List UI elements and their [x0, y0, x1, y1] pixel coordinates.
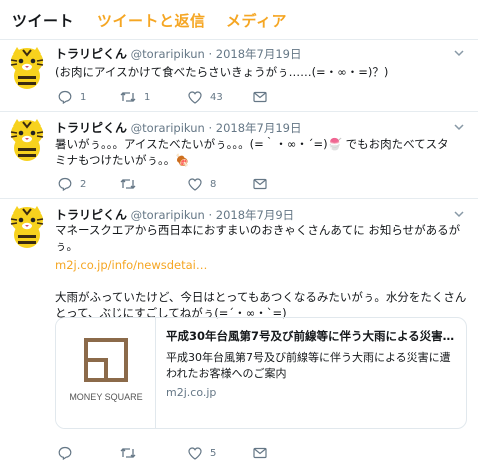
- tab-media[interactable]: メディア: [226, 10, 287, 31]
- user-handle[interactable]: @toraripikun: [131, 47, 205, 61]
- like-button[interactable]: 5: [188, 445, 216, 461]
- separator-dot: ·: [208, 47, 213, 61]
- tweet-text: マネースクエアから西日本におすまいのおきゃくさんあてに お知らせがあるが ぅ。 …: [55, 222, 470, 321]
- card-image: MONEY SQUARE: [56, 318, 156, 428]
- tweet-text-line: マネースクエアから西日本におすまいのおきゃくさんあてに お知らせがあるが: [55, 223, 461, 237]
- tiger-avatar-icon[interactable]: [8, 46, 46, 90]
- tweet-text-line: (お肉にアイスかけて食べたらさいきょうがぅ……(=・∞・=)？): [55, 65, 389, 79]
- reply-count: 1: [80, 91, 87, 103]
- tab-tweets-and-replies[interactable]: ツイートと返信: [97, 10, 206, 31]
- chevron-down-icon[interactable]: [454, 210, 464, 218]
- reply-button[interactable]: 1: [58, 89, 86, 105]
- tweet-text-line: ミナもつけたいがぅ。。🍖: [55, 153, 190, 167]
- money-square-logo-text: MONEY SQUARE: [69, 392, 142, 402]
- card-description: 平成30年台風第7号及び前線等に伴う大雨による災害に遭われたお客様へのご案内: [166, 351, 451, 380]
- envelope-icon: [253, 178, 267, 190]
- reply-icon: [58, 177, 72, 191]
- retweet-count: 1: [144, 91, 151, 103]
- tweet-actions: 2 8: [58, 176, 358, 192]
- retweet-button[interactable]: [120, 176, 144, 192]
- tweet-3[interactable]: トラリピくん @toraripikun · 2018年7月9日 マネースクエアか…: [0, 199, 478, 471]
- retweet-icon: [120, 92, 136, 102]
- display-name[interactable]: トラリピくん: [55, 47, 127, 61]
- heart-icon: [188, 90, 202, 104]
- tiger-avatar-icon[interactable]: [8, 118, 46, 162]
- like-count: 8: [210, 178, 217, 190]
- separator-dot: ·: [208, 208, 213, 222]
- reply-button[interactable]: 2: [58, 176, 86, 192]
- reply-button[interactable]: [58, 445, 80, 461]
- chevron-down-icon[interactable]: [454, 123, 464, 131]
- tweet-date[interactable]: 2018年7月19日: [216, 47, 302, 61]
- tweet-text: 暑いがぅ。。。アイスたべたいがぅ。。。(=｀・∞・´=)🍧 でもお肉たべてスタ …: [55, 136, 470, 168]
- card-title: 平成30年台風第7号及び前線等に伴う大雨による災害…: [166, 329, 455, 343]
- tweet-date[interactable]: 2018年7月9日: [216, 208, 294, 222]
- tweet-header: トラリピくん @toraripikun · 2018年7月19日: [55, 119, 301, 136]
- message-button[interactable]: [253, 176, 267, 192]
- retweet-button[interactable]: 1: [120, 89, 150, 105]
- message-button[interactable]: [253, 89, 267, 105]
- tweet-1[interactable]: トラリピくん @toraripikun · 2018年7月19日 (お肉にアイス…: [0, 40, 478, 112]
- reply-icon: [58, 90, 72, 104]
- tweet-actions: 5: [58, 445, 358, 461]
- tweet-header: トラリピくん @toraripikun · 2018年7月19日: [55, 45, 301, 62]
- chevron-down-icon[interactable]: [454, 49, 464, 57]
- retweet-icon: [120, 179, 136, 189]
- separator-dot: ·: [208, 121, 213, 135]
- heart-icon: [188, 446, 202, 460]
- tweet-text-line: 暑いがぅ。。。アイスたべたいがぅ。。。(=｀・∞・´=)🍧 でもお肉たべてスタ: [55, 137, 449, 151]
- envelope-icon: [253, 447, 267, 459]
- like-button[interactable]: 8: [188, 176, 216, 192]
- tweet-header: トラリピくん @toraripikun · 2018年7月9日: [55, 206, 294, 223]
- tab-tweets[interactable]: ツイート: [12, 10, 74, 31]
- card-body: 平成30年台風第7号及び前線等に伴う大雨による災害… 平成30年台風第7号及び前…: [166, 328, 456, 399]
- link-preview-card[interactable]: MONEY SQUARE 平成30年台風第7号及び前線等に伴う大雨による災害… …: [55, 317, 467, 429]
- message-button[interactable]: [253, 445, 267, 461]
- like-count: 43: [210, 91, 223, 103]
- tweet-actions: 1 1 43: [58, 89, 358, 105]
- like-count: 5: [210, 447, 217, 459]
- tweet-date[interactable]: 2018年7月19日: [216, 121, 302, 135]
- like-button[interactable]: 43: [188, 89, 223, 105]
- display-name[interactable]: トラリピくん: [55, 208, 127, 222]
- tweet-text-line: ぅ。: [55, 239, 78, 253]
- retweet-icon: [120, 448, 136, 458]
- tiger-avatar-icon[interactable]: [8, 205, 46, 249]
- tweet-2[interactable]: トラリピくん @toraripikun · 2018年7月19日 暑いがぅ。。。…: [0, 112, 478, 199]
- user-handle[interactable]: @toraripikun: [131, 121, 205, 135]
- card-domain: m2j.co.jp: [166, 386, 217, 399]
- envelope-icon: [253, 91, 267, 103]
- heart-icon: [188, 177, 202, 191]
- retweet-button[interactable]: [120, 445, 144, 461]
- money-square-logo-icon: MONEY SQUARE: [69, 338, 143, 402]
- tweet-link[interactable]: m2j.co.jp/info/newsdetai…: [55, 257, 470, 273]
- tweet-text-line: 大雨がふっていたけど、今日はとってもあつくなるみたいがぅ。水分をたくさん: [55, 290, 467, 304]
- tweet-text: (お肉にアイスかけて食べたらさいきょうがぅ……(=・∞・=)？): [55, 64, 470, 80]
- reply-count: 2: [80, 178, 87, 190]
- reply-icon: [58, 446, 72, 460]
- user-handle[interactable]: @toraripikun: [131, 208, 205, 222]
- display-name[interactable]: トラリピくん: [55, 121, 127, 135]
- profile-tabs: ツイート ツイートと返信 メディア: [0, 0, 478, 40]
